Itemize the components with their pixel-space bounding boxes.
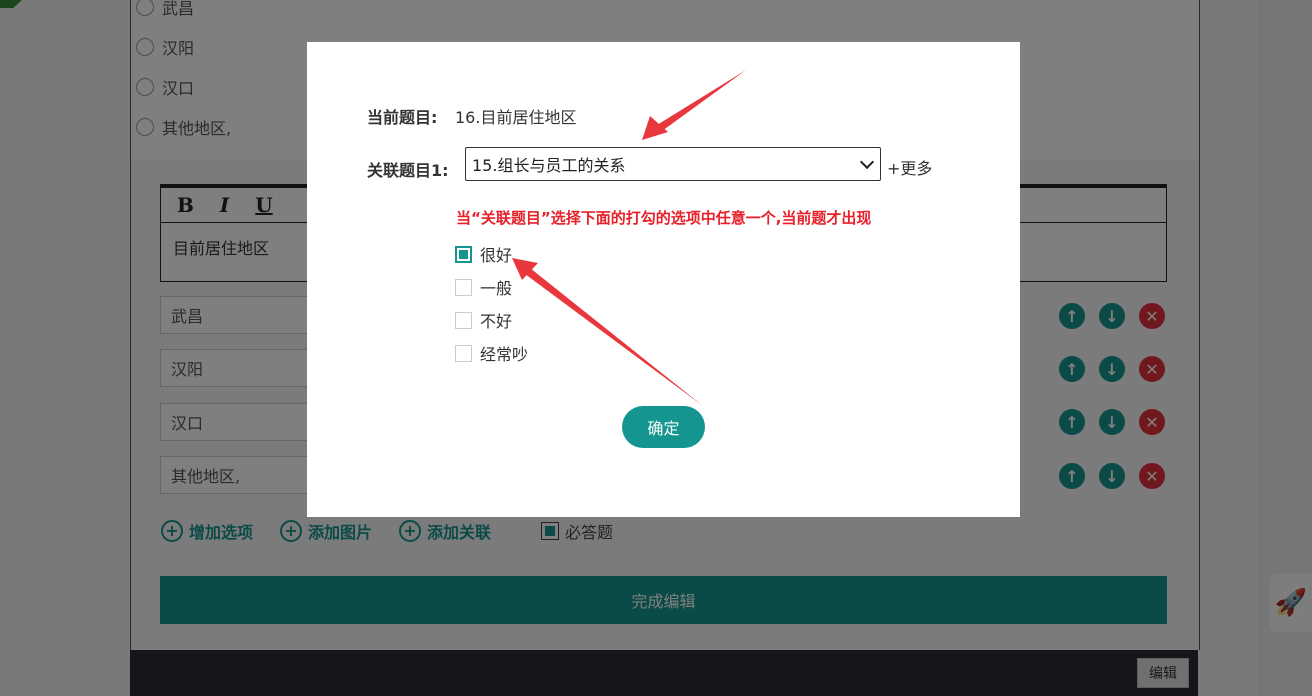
- current-question-value: 16.目前居住地区: [455, 108, 577, 127]
- related-question-select[interactable]: 15.组长与员工的关系: [465, 147, 881, 181]
- choice-checkbox[interactable]: 经常吵: [455, 342, 528, 364]
- related-question-label: 关联题目1:: [367, 161, 449, 180]
- choice-checkbox[interactable]: 不好: [455, 309, 512, 331]
- chevron-down-icon: [859, 154, 875, 170]
- current-question-label: 当前题目:: [367, 108, 438, 127]
- hint-text: 当“关联题目”选择下面的打勾的选项中任意一个,当前题才出现: [456, 209, 872, 227]
- choice-checkbox[interactable]: 很好: [455, 243, 512, 265]
- relation-dialog: 当前题目: 16.目前居住地区 关联题目1: 15.组长与员工的关系 +更多 当…: [307, 42, 1020, 517]
- more-link[interactable]: +更多: [887, 155, 932, 179]
- choice-checkbox[interactable]: 一般: [455, 276, 512, 298]
- confirm-button[interactable]: 确定: [622, 406, 705, 448]
